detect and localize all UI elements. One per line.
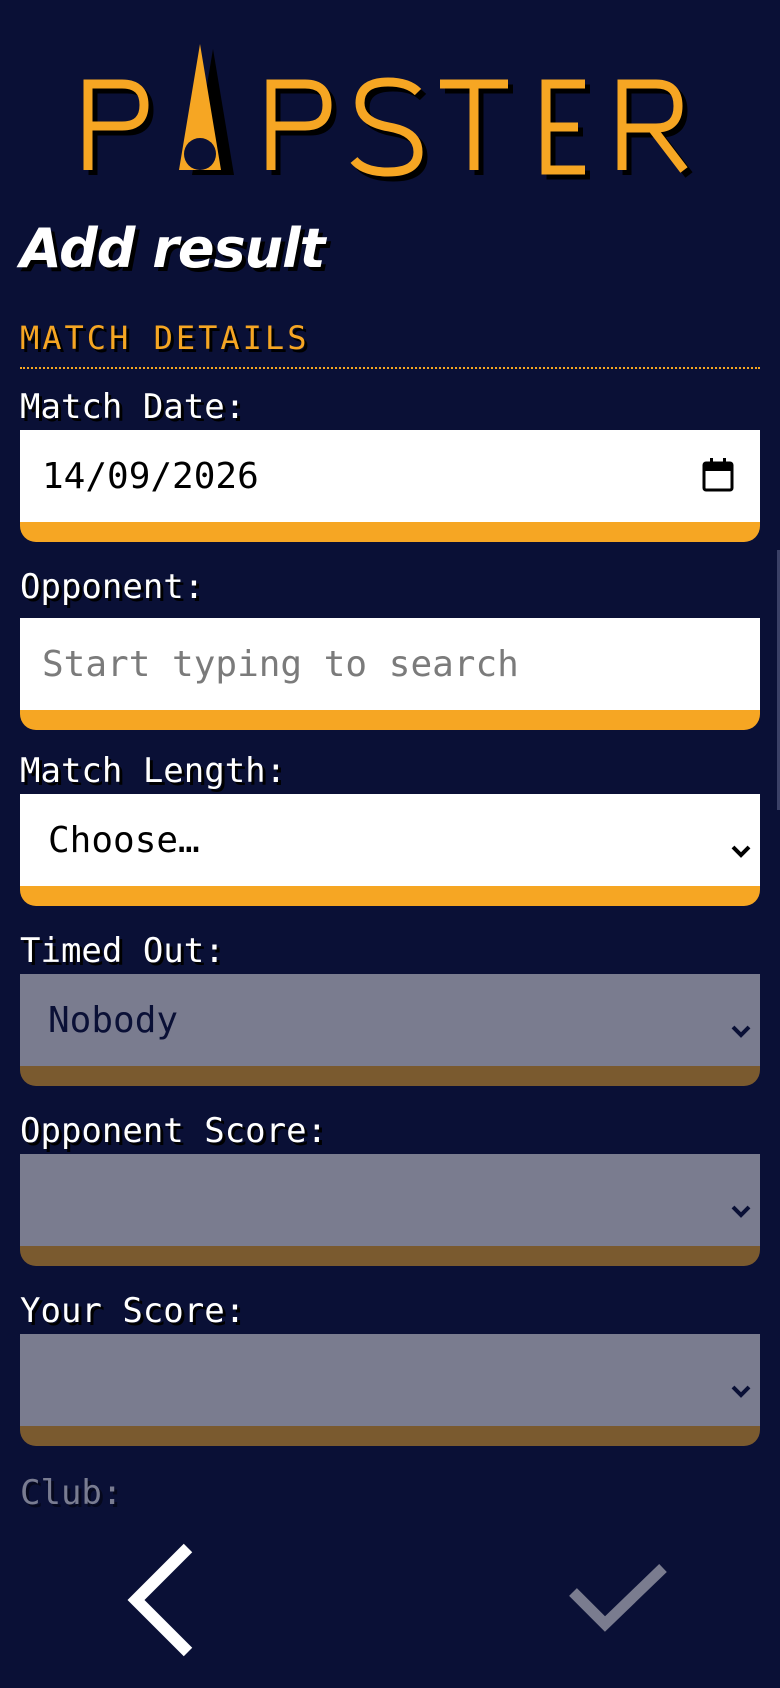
chevron-down-icon[interactable]	[730, 1384, 752, 1398]
chevron-down-icon[interactable]	[730, 1024, 752, 1038]
field-underline	[20, 522, 760, 542]
match-date-field[interactable]: 14/09/2026	[20, 430, 760, 542]
field-underline	[20, 886, 760, 906]
checkmark-icon[interactable]	[565, 1560, 675, 1640]
club-label: Club:	[20, 1473, 123, 1513]
field-underline	[20, 1066, 760, 1086]
opponent-score-label: Opponent Score:	[20, 1111, 328, 1151]
match-length-selected[interactable]: Choose…	[20, 820, 200, 861]
field-underline	[20, 1426, 760, 1446]
opponent-search-input[interactable]: Start typing to search	[20, 644, 519, 685]
timed-out-selected[interactable]: Nobody	[20, 1000, 178, 1041]
section-header-match-details: MATCH DETAILS	[20, 319, 310, 357]
back-chevron-icon[interactable]	[120, 1540, 210, 1660]
match-date-label: Match Date:	[20, 387, 246, 427]
field-underline	[20, 1246, 760, 1266]
match-length-select[interactable]: Choose…	[20, 794, 760, 906]
opponent-field[interactable]: Start typing to search	[20, 618, 760, 730]
calendar-icon[interactable]	[702, 458, 734, 492]
timed-out-label: Timed Out:	[20, 931, 225, 971]
chevron-down-icon[interactable]	[730, 1204, 752, 1218]
timed-out-select[interactable]: Nobody	[20, 974, 760, 1086]
section-divider	[20, 367, 760, 369]
chevron-down-icon[interactable]	[730, 844, 752, 858]
opponent-label: Opponent:	[20, 567, 205, 607]
field-underline	[20, 710, 760, 730]
your-score-select[interactable]	[20, 1334, 760, 1446]
your-score-label: Your Score:	[20, 1291, 246, 1331]
opponent-score-select[interactable]	[20, 1154, 760, 1266]
match-date-value[interactable]: 14/09/2026	[20, 456, 259, 497]
match-length-label: Match Length:	[20, 751, 287, 791]
page-title: Add result	[20, 217, 325, 280]
papster-logo	[83, 44, 693, 182]
